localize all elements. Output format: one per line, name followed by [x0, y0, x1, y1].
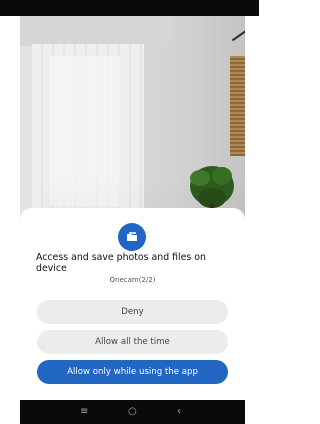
recents-menu-icon[interactable]: ≡ [80, 404, 88, 420]
deny-button[interactable]: Deny [37, 300, 228, 324]
dialog-subtitle: Onecam(2/2) [109, 276, 156, 284]
allow-all-time-button[interactable]: Allow all the time [37, 330, 228, 354]
files-permission-icon [118, 223, 146, 251]
home-icon[interactable]: ○ [128, 404, 137, 420]
permission-dialog: Access and save photos and files on devi… [20, 208, 245, 400]
folder-icon [127, 232, 137, 241]
back-icon[interactable]: ‹ [177, 404, 181, 420]
status-bar [0, 0, 259, 16]
screen: Access and save photos and files on devi… [0, 0, 259, 424]
allow-while-using-button[interactable]: Allow only while using the app [37, 360, 228, 384]
navigation-bar: ≡ ○ ‹ [20, 400, 245, 424]
dialog-title: Access and save photos and files on devi… [36, 252, 206, 274]
